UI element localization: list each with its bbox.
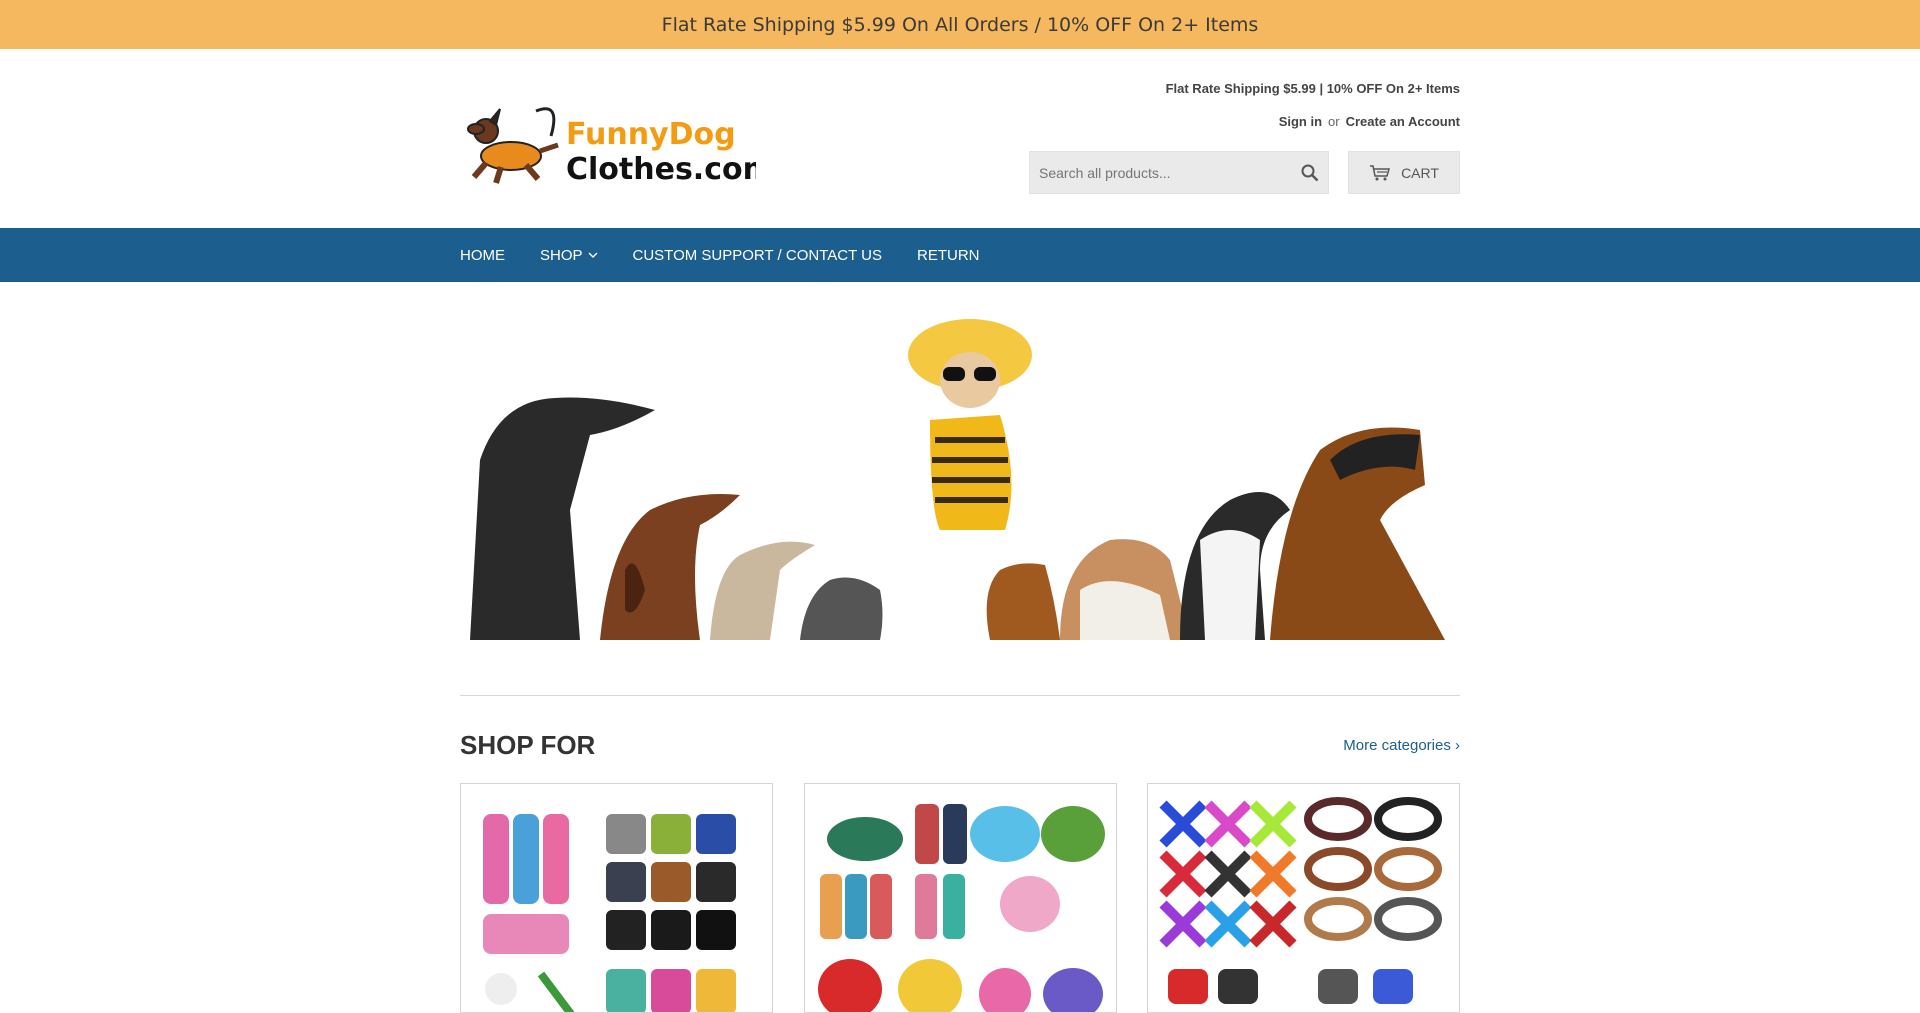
main-nav: HOME SHOP CUSTOM SUPPORT / CONTACT US RE… [0, 228, 1920, 282]
logo-text-1: FunnyDog [566, 117, 736, 152]
category-image [483, 814, 736, 1012]
announcement-bar: Flat Rate Shipping $5.99 On All Orders /… [0, 0, 1920, 49]
hero-dogs-image [470, 319, 1445, 640]
search-input[interactable] [1030, 163, 1292, 182]
search-button[interactable] [1292, 152, 1328, 193]
nav-support[interactable]: CUSTOM SUPPORT / CONTACT US [633, 247, 882, 264]
category-image [1159, 797, 1442, 1004]
nav-return-label: RETURN [917, 246, 980, 264]
nav-support-label: CUSTOM SUPPORT / CONTACT US [632, 246, 882, 264]
site-header: FunnyDog Clothes.com Flat Rate Shipping … [460, 49, 1460, 228]
search-icon [1301, 164, 1319, 181]
category-card[interactable] [460, 783, 773, 1013]
category-image [817, 804, 1105, 1012]
shop-for-header: SHOP FOR More categories › [460, 730, 1460, 761]
nav-home-label: HOME [460, 246, 505, 264]
announcement-text: Flat Rate Shipping $5.99 On All Orders /… [661, 13, 1259, 36]
category-card[interactable] [803, 783, 1117, 1013]
create-account-link[interactable]: Create an Account [1346, 114, 1460, 129]
nav-shop[interactable]: SHOP [540, 247, 598, 264]
or-text: or [1328, 114, 1340, 129]
shop-for-title: SHOP FOR [460, 730, 596, 760]
search-box [1029, 151, 1329, 194]
logo-text-2: Clothes.com [566, 152, 756, 187]
chevron-down-icon [588, 252, 598, 258]
category-grid [460, 783, 1460, 1013]
logo-dog-icon: FunnyDog Clothes.com [467, 107, 774, 187]
more-categories-link[interactable]: More categories › [1343, 737, 1460, 754]
cart-label: CART [1401, 164, 1439, 181]
hero-banner[interactable] [460, 310, 1460, 640]
nav-return[interactable]: RETURN [917, 247, 980, 264]
logo[interactable]: FunnyDog Clothes.com [466, 101, 774, 191]
category-card[interactable] [1147, 783, 1460, 1013]
header-shipping-note: Flat Rate Shipping $5.99 | 10% OFF On 2+… [1165, 81, 1460, 96]
cart-button[interactable]: CART [1348, 151, 1460, 194]
sign-in-link[interactable]: Sign in [1279, 114, 1322, 129]
section-divider [460, 695, 1460, 696]
account-links: Sign in or Create an Account [1166, 114, 1460, 129]
cart-icon [1370, 164, 1391, 180]
nav-shop-label: SHOP [540, 246, 583, 264]
nav-home[interactable]: HOME [460, 247, 505, 264]
